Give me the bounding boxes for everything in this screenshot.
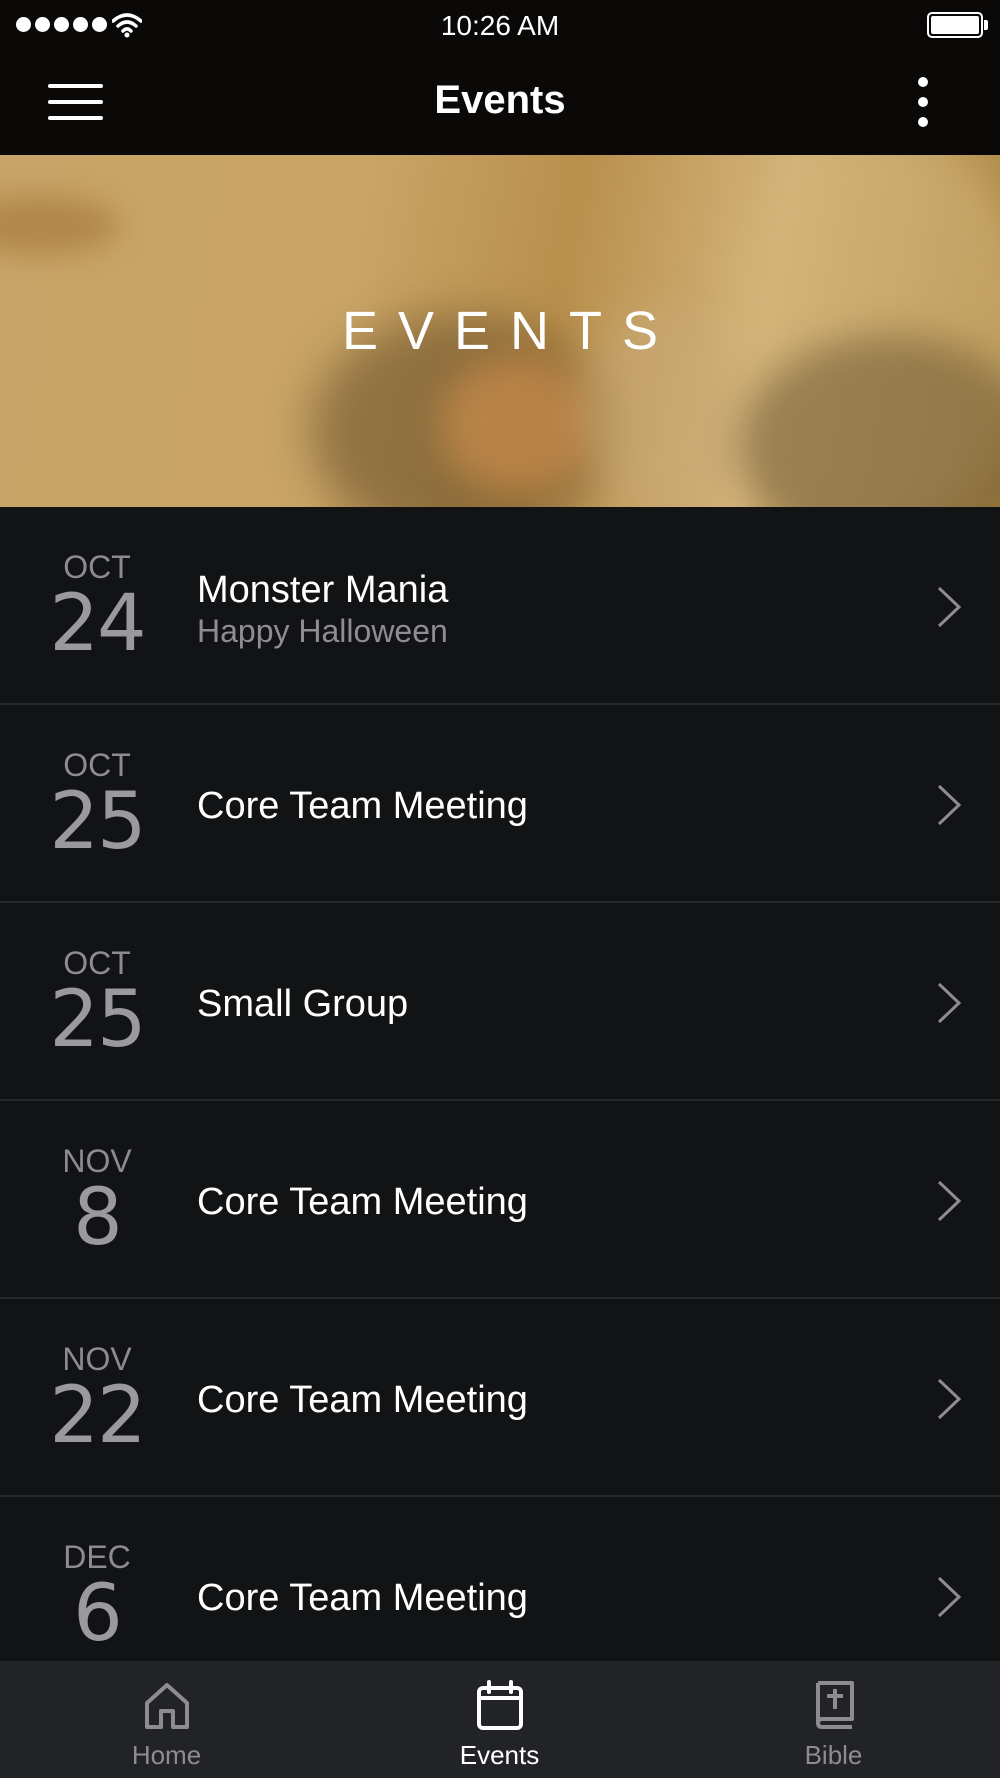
event-row[interactable]: NOV 22 Core Team Meeting	[0, 1299, 1000, 1497]
chevron-right-icon	[937, 1576, 962, 1618]
calendar-icon	[477, 1680, 523, 1730]
bible-icon	[816, 1681, 854, 1729]
banner-title: EVENTS	[341, 301, 679, 361]
battery-icon	[927, 12, 983, 38]
event-title: Monster Mania	[197, 569, 449, 611]
tab-events[interactable]: Events	[333, 1661, 666, 1778]
status-bar: 10:26 AM	[0, 0, 1000, 50]
event-row[interactable]: OCT 25 Core Team Meeting	[0, 705, 1000, 903]
home-icon	[145, 1683, 189, 1729]
chevron-right-icon	[937, 784, 962, 826]
chevron-right-icon	[937, 586, 962, 628]
event-day: 25	[49, 777, 146, 867]
chevron-right-icon	[937, 1378, 962, 1420]
event-day: 24	[49, 579, 146, 669]
chevron-right-icon	[937, 1180, 962, 1222]
tab-label: Events	[459, 1740, 540, 1770]
page-title: Events	[434, 78, 566, 122]
event-day: 22	[49, 1371, 146, 1461]
event-day: 6	[73, 1569, 123, 1659]
navigation-bar: Events	[0, 50, 1000, 155]
event-title: Core Team Meeting	[197, 1181, 528, 1223]
tab-label: Bible	[804, 1740, 863, 1770]
event-day: 8	[73, 1173, 123, 1263]
chevron-right-icon	[937, 982, 962, 1024]
tab-label: Home	[131, 1740, 202, 1770]
event-list: OCT 24 Monster Mania Happy Halloween OCT…	[0, 507, 1000, 1695]
tab-bible[interactable]: Bible	[667, 1661, 1000, 1778]
event-title: Core Team Meeting	[197, 1379, 528, 1421]
event-row[interactable]: OCT 24 Monster Mania Happy Halloween	[0, 507, 1000, 705]
event-row[interactable]: OCT 25 Small Group	[0, 903, 1000, 1101]
tab-bar: Home Events Bible	[0, 1661, 1000, 1778]
status-time: 10:26 AM	[440, 10, 560, 41]
tab-home[interactable]: Home	[0, 1661, 333, 1778]
event-title: Small Group	[197, 983, 409, 1025]
battery-tip	[984, 20, 988, 30]
event-row[interactable]: NOV 8 Core Team Meeting	[0, 1101, 1000, 1299]
event-title: Core Team Meeting	[197, 1577, 528, 1619]
more-vertical-icon[interactable]	[908, 75, 938, 130]
event-subtitle: Happy Halloween	[197, 613, 448, 649]
events-banner: EVENTS	[0, 155, 1000, 507]
event-title: Core Team Meeting	[197, 785, 528, 827]
event-day: 25	[49, 975, 146, 1065]
